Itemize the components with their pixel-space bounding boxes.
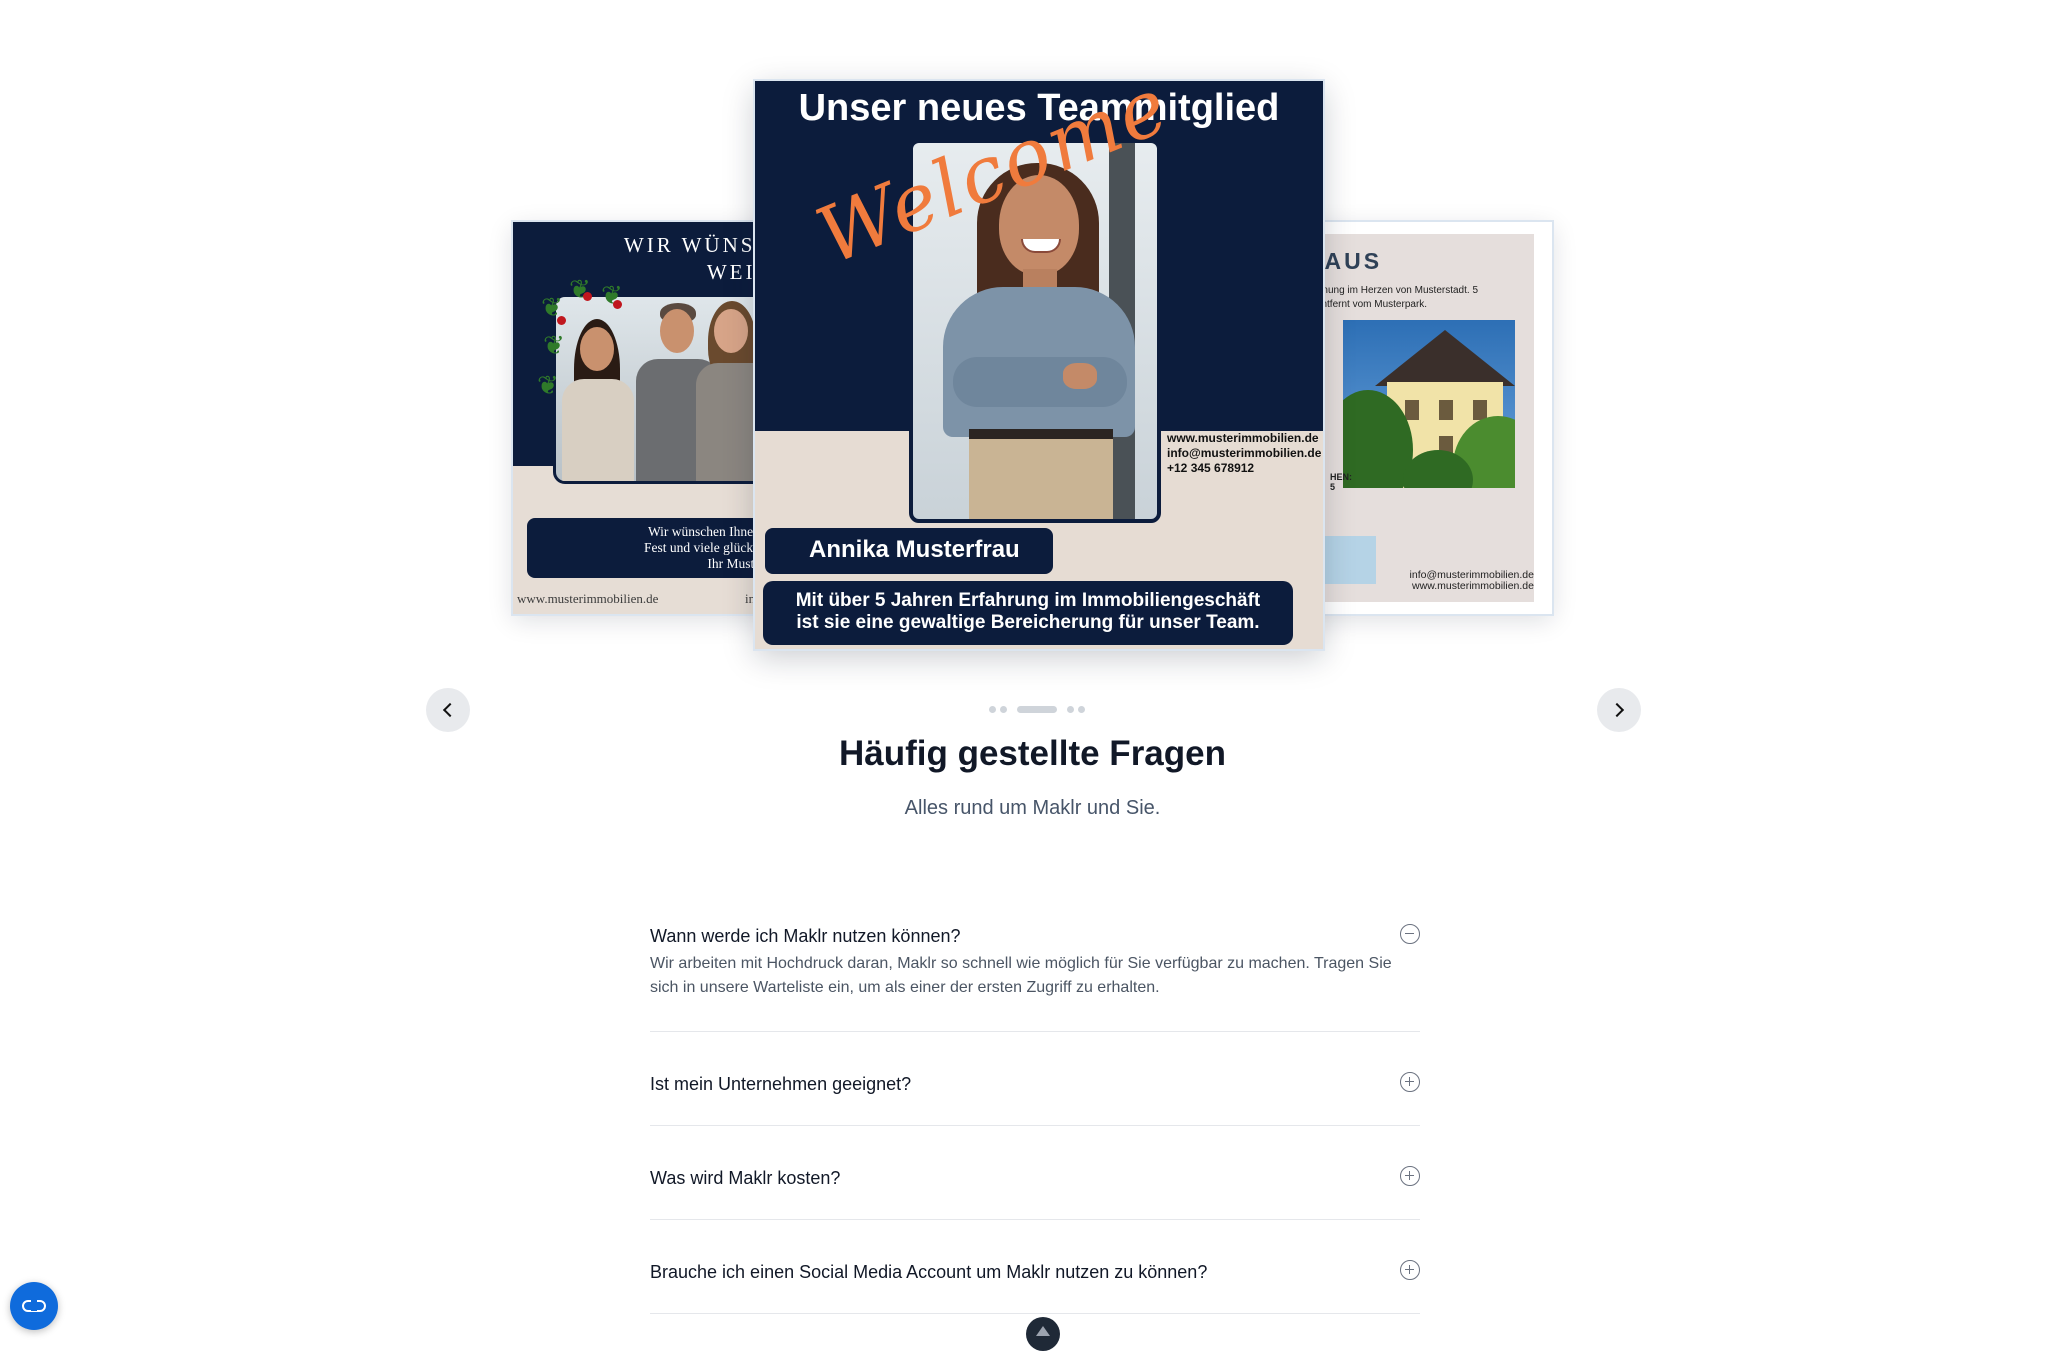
link-icon xyxy=(22,1299,46,1312)
faq-question[interactable]: Ist mein Unternehmen geeignet? xyxy=(650,1074,911,1095)
plus-circle-icon[interactable] xyxy=(1400,1072,1420,1092)
image-carousel: WIR WÜNSCHEN IH WEIHNACHT ❦ ❦ ❦ ❦ ❦ xyxy=(0,0,2065,740)
faq-item[interactable]: Ist mein Unternehmen geeignet? xyxy=(650,1032,1420,1126)
app-logo-icon xyxy=(1036,1326,1050,1336)
faq-question[interactable]: Wann werde ich Maklr nutzen können? xyxy=(650,926,961,947)
faq-title: Häufig gestellte Fragen xyxy=(838,734,1227,773)
faq-question[interactable]: Brauche ich einen Social Media Account u… xyxy=(650,1262,1207,1283)
website-url-fragment: in xyxy=(745,591,756,606)
carousel-dot[interactable] xyxy=(1078,706,1085,713)
carousel-pagination xyxy=(989,706,1085,713)
faq-subtitle: Alles rund um Maklr und Sie. xyxy=(904,797,1161,819)
house-photo xyxy=(1343,320,1515,488)
carousel-dot[interactable] xyxy=(1067,706,1074,713)
minus-circle-icon[interactable] xyxy=(1400,924,1420,944)
carousel-next-button[interactable] xyxy=(1597,688,1641,732)
faq-item[interactable]: Was wird Maklr kosten? xyxy=(650,1126,1420,1220)
carousel-dot[interactable] xyxy=(989,706,996,713)
faq-item[interactable]: Wann werde ich Maklr nutzen können? Wir … xyxy=(650,900,1420,1032)
carousel-prev-button[interactable] xyxy=(426,688,470,732)
employee-name: Annika Musterfrau xyxy=(765,528,1053,574)
holly-icon: ❦ xyxy=(543,330,565,360)
carousel-dot-active[interactable] xyxy=(1017,706,1057,713)
listing-description: Wohnung im Herzen von Musterstadt. 5 en … xyxy=(1302,285,1479,310)
holly-icon: ❦ xyxy=(537,370,559,400)
listing-contact: info@musterimmobilien.de www.musterimmob… xyxy=(1409,569,1534,592)
chevron-right-icon xyxy=(1609,702,1625,718)
carousel-dot[interactable] xyxy=(1000,706,1007,713)
side-label: HEN: 5 xyxy=(1330,472,1352,492)
plus-circle-icon[interactable] xyxy=(1400,1166,1420,1186)
employee-bio: Mit über 5 Jahren Erfahrung im Immobilie… xyxy=(763,581,1293,645)
employee-contact: www.musterimmobilien.de info@musterimmob… xyxy=(1167,431,1322,475)
floating-link-button[interactable] xyxy=(10,1282,58,1330)
team-photo xyxy=(553,294,789,484)
chevron-left-icon xyxy=(442,702,458,718)
faq-answer: Wir arbeiten mit Hochdruck daran, Maklr … xyxy=(650,955,1392,996)
website-url: www.musterimmobilien.de xyxy=(517,591,659,606)
plus-circle-icon[interactable] xyxy=(1400,1260,1420,1280)
faq-question[interactable]: Was wird Maklr kosten? xyxy=(650,1168,840,1189)
faq-item[interactable]: Brauche ich einen Social Media Account u… xyxy=(650,1220,1420,1314)
faq-list: Wann werde ich Maklr nutzen können? Wir … xyxy=(650,900,1420,1314)
slide-team-member[interactable]: Unser neues Teammitglied Welcome www.mus… xyxy=(753,79,1325,651)
app-logo-badge[interactable] xyxy=(1026,1317,1060,1351)
